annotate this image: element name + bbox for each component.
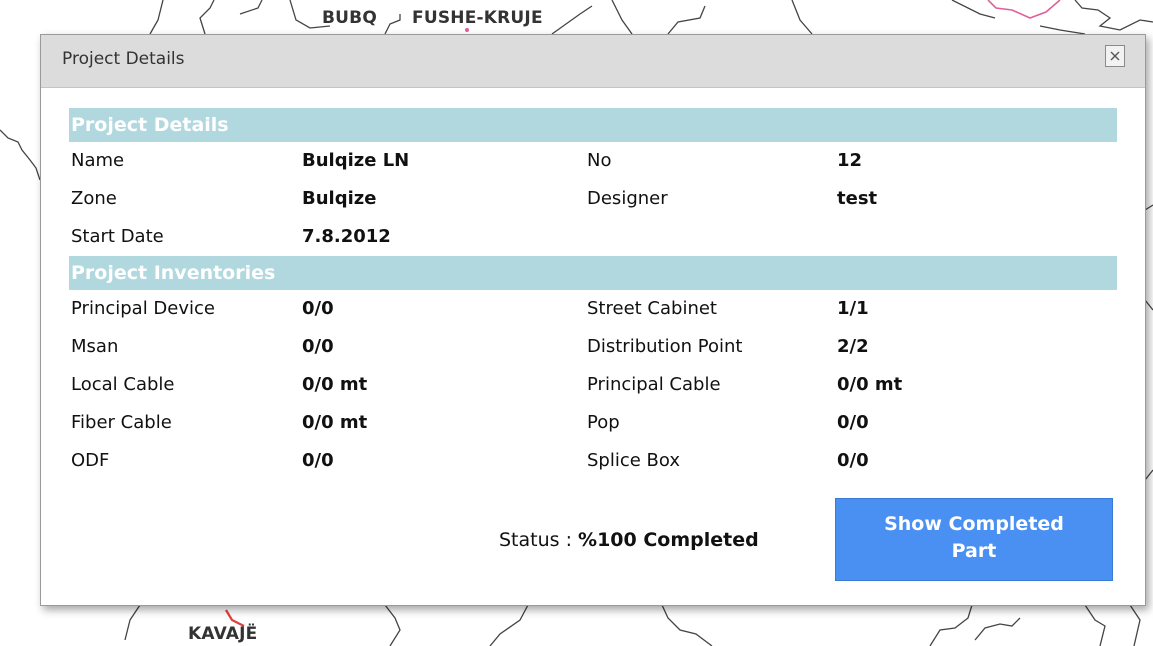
inventory-label: Principal Device [71,298,215,319]
inventory-value: 0/0 mt [302,374,368,395]
close-button[interactable] [1105,45,1125,67]
inventory-label: ODF [71,450,110,471]
section-header-details: Project Details [69,108,1117,142]
map-label-bubq: BUBQ [322,8,377,28]
detail-label: No [587,150,612,171]
inventory-value: 0/0 mt [837,374,903,395]
detail-value: 12 [837,150,863,171]
dialog-content: Project Details Name Bulqize LN No 12 Zo… [69,108,1117,480]
inventory-label: Principal Cable [587,374,721,395]
detail-value: 7.8.2012 [302,226,391,247]
inventory-value: 0/0 [837,450,869,471]
inventory-label: Distribution Point [587,336,743,357]
map-label-fushe-kruje: FUSHE-KRUJE [412,8,543,28]
inventory-value: 0/0 [302,450,334,471]
inventory-row: Msan 0/0 Distribution Point 2/2 [69,328,1117,366]
inventory-value: 0/0 [837,412,869,433]
project-details-dialog: Project Details Project Details Name Bul… [40,34,1146,606]
close-icon [1110,51,1120,61]
inventory-row: Fiber Cable 0/0 mt Pop 0/0 [69,404,1117,442]
inventory-row: Principal Device 0/0 Street Cabinet 1/1 [69,290,1117,328]
status-value: %100 Completed [578,529,759,551]
inventory-label: Street Cabinet [587,298,717,319]
inventory-value: 0/0 mt [302,412,368,433]
inventory-label: Splice Box [587,450,681,471]
map-label-kavaje: KAVAJË [188,624,258,644]
show-completed-label-line2: Part [951,540,997,562]
inventory-value: 2/2 [837,336,869,357]
detail-label: Zone [71,188,117,209]
inventory-label: Pop [587,412,620,433]
section-header-inventories: Project Inventories [69,256,1117,290]
inventory-row: Local Cable 0/0 mt Principal Cable 0/0 m… [69,366,1117,404]
detail-label: Designer [587,188,668,209]
dialog-titlebar[interactable]: Project Details [41,35,1145,88]
inventory-label: Fiber Cable [71,412,172,433]
detail-value: test [837,188,878,209]
detail-row: Name Bulqize LN No 12 [69,142,1117,180]
dialog-title: Project Details [62,49,185,69]
show-completed-label-line1: Show Completed [884,513,1064,535]
detail-row: Start Date 7.8.2012 [69,218,1117,256]
inventory-row: ODF 0/0 Splice Box 0/0 [69,442,1117,480]
status-text: Status : %100 Completed [499,529,759,551]
detail-label: Start Date [71,226,164,247]
inventory-value: 0/0 [302,336,334,357]
detail-row: Zone Bulqize Designer test [69,180,1117,218]
detail-value: Bulqize [302,188,377,209]
inventory-value: 1/1 [837,298,869,319]
status-label: Status : [499,529,572,551]
inventory-value: 0/0 [302,298,334,319]
detail-label: Name [71,150,125,171]
show-completed-part-button[interactable]: Show Completed Part [835,498,1113,581]
inventory-label: Local Cable [71,374,175,395]
inventory-label: Msan [71,336,119,357]
detail-value: Bulqize LN [302,150,410,171]
